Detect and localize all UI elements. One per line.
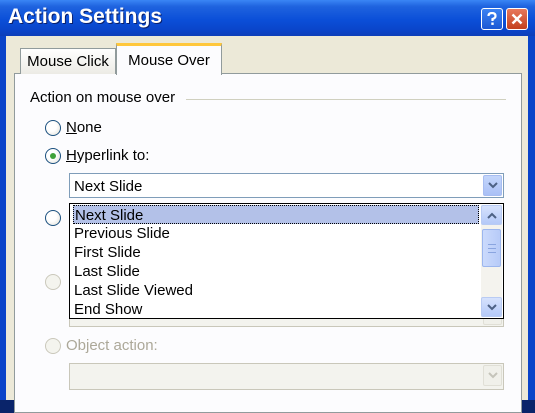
radio-none-label[interactable]: None — [66, 119, 102, 136]
group-divider — [186, 99, 506, 100]
chevron-down-icon — [487, 182, 498, 189]
radio-run-macro — [45, 274, 61, 290]
mnemonic-n: N — [66, 119, 77, 136]
chevron-down-icon — [487, 372, 498, 379]
dropdown-item-first-slide[interactable]: First Slide — [73, 243, 479, 262]
scroll-thumb[interactable] — [482, 229, 501, 267]
radio-none[interactable] — [45, 120, 61, 136]
scroll-down-button[interactable] — [481, 297, 502, 317]
group-title: Action on mouse over — [30, 89, 180, 106]
hyperlink-combo[interactable]: Next Slide — [69, 173, 504, 198]
tab-mouse-click[interactable]: Mouse Click — [20, 48, 116, 74]
title-bar[interactable]: Action Settings — [0, 0, 535, 36]
dropdown-item-last-slide[interactable]: Last Slide — [73, 262, 479, 281]
dropdown-item-previous-slide[interactable]: Previous Slide — [73, 224, 479, 243]
help-button[interactable] — [481, 8, 503, 30]
label-rest: one — [76, 119, 102, 136]
dropdown-item-last-slide-viewed[interactable]: Last Slide Viewed — [73, 281, 479, 300]
hyperlink-dropdown-list[interactable]: Next Slide Previous Slide First Slide La… — [69, 203, 504, 319]
hyperlink-combo-button[interactable] — [483, 175, 502, 196]
mnemonic-h: H — [66, 147, 77, 164]
action-settings-dialog: Action Settings Mouse Click Mouse Over A… — [0, 0, 535, 413]
dropdown-item-end-show[interactable]: End Show — [73, 300, 479, 319]
chevron-down-icon — [486, 303, 497, 310]
radio-hyperlink[interactable] — [45, 148, 61, 164]
radio-hyperlink-label[interactable]: Hyperlink to: — [66, 147, 149, 164]
window-frame-left — [0, 36, 6, 400]
object-action-combo-button — [483, 365, 502, 386]
close-button[interactable] — [506, 8, 528, 30]
object-action-label: Object action: — [66, 337, 158, 354]
window-title: Action Settings — [8, 5, 163, 28]
label-rest: yperlink to: — [76, 147, 150, 164]
tab-mouse-over[interactable]: Mouse Over — [116, 43, 222, 75]
close-icon — [511, 13, 523, 25]
radio-run-program[interactable] — [45, 210, 61, 226]
hyperlink-combo-value: Next Slide — [74, 178, 143, 195]
window-frame-right — [528, 36, 535, 400]
dropdown-scrollbar[interactable] — [481, 205, 502, 317]
radio-object-action — [45, 338, 61, 354]
scroll-up-button[interactable] — [481, 205, 502, 225]
object-action-combo — [69, 363, 504, 390]
radio-selected-dot — [50, 153, 56, 159]
question-icon — [487, 12, 497, 25]
grip-icon — [487, 243, 496, 253]
dropdown-item-next-slide[interactable]: Next Slide — [73, 205, 479, 224]
chevron-up-icon — [486, 212, 497, 219]
